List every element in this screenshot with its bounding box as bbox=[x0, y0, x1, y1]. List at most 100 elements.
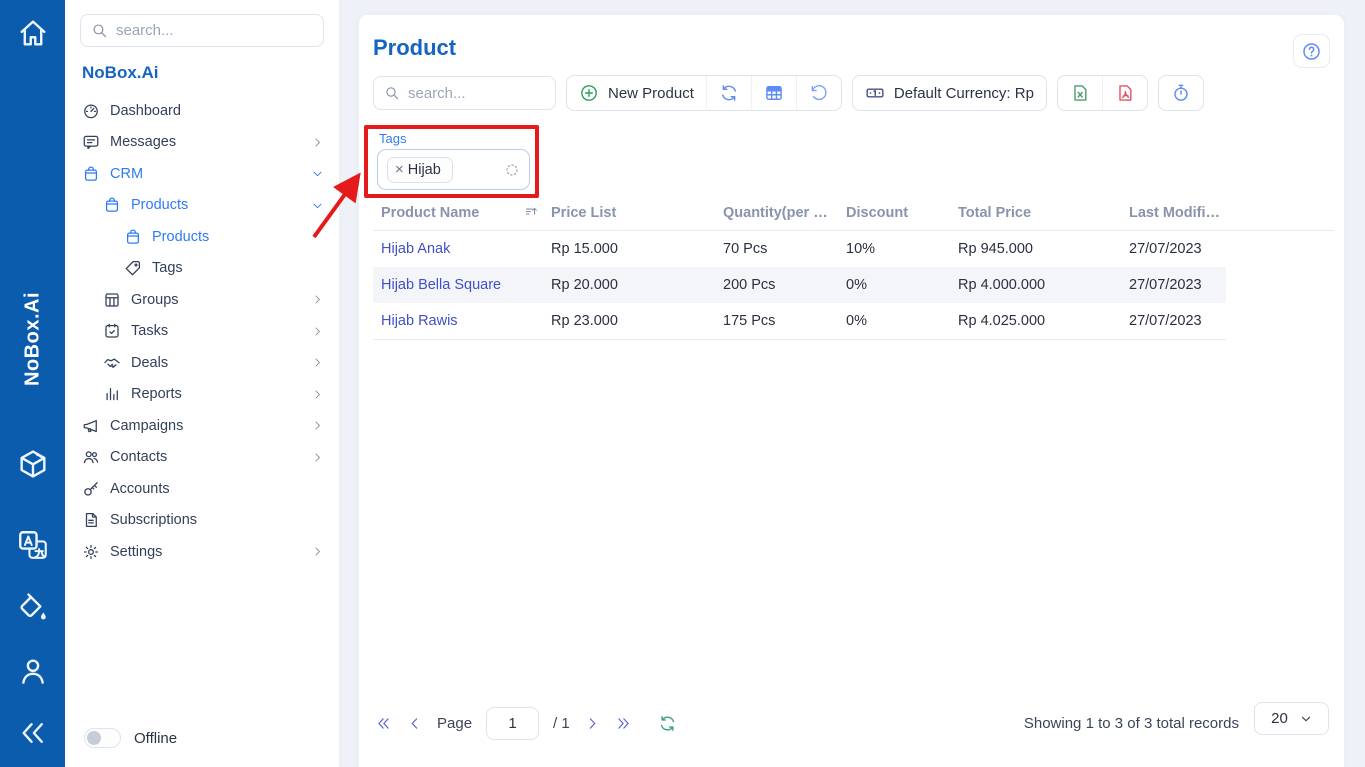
sidebar-search[interactable] bbox=[80, 14, 324, 47]
sidebar-item-label: Subscriptions bbox=[110, 512, 197, 528]
page-number-input[interactable] bbox=[486, 707, 539, 740]
sidebar-item-label: Messages bbox=[110, 134, 176, 150]
chevron-right-icon[interactable] bbox=[311, 293, 324, 306]
chevron-right-icon[interactable] bbox=[311, 451, 324, 464]
help-button[interactable] bbox=[1293, 34, 1330, 68]
chevron-right-icon[interactable] bbox=[311, 545, 324, 558]
chevron-right-icon[interactable] bbox=[311, 136, 324, 149]
annotation-highlight-box: Tags × Hijab bbox=[364, 125, 539, 198]
offline-row: Offline bbox=[65, 709, 339, 767]
tags-filter-input[interactable]: × Hijab bbox=[377, 149, 530, 190]
column-label: Discount bbox=[846, 205, 908, 221]
sidebar-item-products[interactable]: Products bbox=[65, 221, 339, 253]
brand-cube-icon[interactable] bbox=[16, 447, 50, 481]
tag-chip[interactable]: × Hijab bbox=[387, 157, 453, 183]
sidebar-search-input[interactable] bbox=[116, 22, 313, 39]
undo-button[interactable] bbox=[796, 76, 841, 110]
next-page-icon[interactable] bbox=[584, 715, 601, 732]
translate-icon[interactable] bbox=[16, 528, 50, 562]
stopwatch-button[interactable] bbox=[1159, 76, 1203, 110]
sidebar-item-accounts[interactable]: Accounts bbox=[65, 473, 339, 505]
column-header-quantity-per-: Quantity(per … bbox=[723, 205, 846, 221]
tasks-icon bbox=[103, 322, 121, 340]
default-currency-button[interactable]: Default Currency: Rp bbox=[853, 76, 1046, 110]
sort-icon[interactable] bbox=[524, 205, 539, 221]
currency-group: Default Currency: Rp bbox=[852, 75, 1047, 111]
refresh-button[interactable] bbox=[706, 76, 751, 110]
timer-group bbox=[1158, 75, 1204, 111]
sidebar-item-campaigns[interactable]: Campaigns bbox=[65, 410, 339, 442]
sidebar-item-label: Contacts bbox=[110, 449, 167, 465]
product-link[interactable]: Hijab Rawis bbox=[381, 313, 551, 329]
plus-circle-icon bbox=[579, 83, 599, 103]
chevron-right-icon[interactable] bbox=[311, 325, 324, 338]
table-row[interactable]: Hijab AnakRp 15.00070 Pcs10%Rp 945.00027… bbox=[373, 231, 1226, 267]
sidebar-item-reports[interactable]: Reports bbox=[65, 379, 339, 411]
first-page-icon[interactable] bbox=[375, 715, 392, 732]
sidebar-item-groups[interactable]: Groups bbox=[65, 284, 339, 316]
product-link[interactable]: Hijab Bella Square bbox=[381, 277, 551, 293]
tag-icon bbox=[124, 259, 142, 277]
column-header-last-modifi-: Last Modifi… bbox=[1129, 205, 1226, 221]
reload-table-icon[interactable] bbox=[658, 714, 677, 733]
home-icon[interactable] bbox=[16, 16, 50, 50]
export-excel-button[interactable] bbox=[1058, 76, 1102, 110]
sidebar-item-tasks[interactable]: Tasks bbox=[65, 316, 339, 348]
table-row[interactable]: Hijab Bella SquareRp 20.000200 Pcs0%Rp 4… bbox=[373, 267, 1226, 303]
deals-icon bbox=[103, 354, 121, 372]
campaigns-icon bbox=[82, 417, 100, 435]
toolbar: New Product Default Currency: Rp bbox=[373, 75, 1204, 111]
profile-icon[interactable] bbox=[16, 654, 50, 688]
table-row[interactable]: Hijab RawisRp 23.000175 Pcs0%Rp 4.025.00… bbox=[373, 303, 1226, 339]
export-pdf-button[interactable] bbox=[1102, 76, 1147, 110]
chevron-right-icon[interactable] bbox=[311, 388, 324, 401]
table-body: Hijab AnakRp 15.00070 Pcs10%Rp 945.00027… bbox=[373, 231, 1226, 340]
tag-chip-label: Hijab bbox=[408, 162, 441, 178]
column-header-price-list: Price List bbox=[551, 205, 723, 221]
left-rail: NoBox.Ai bbox=[0, 0, 65, 767]
default-currency-label: Default Currency: Rp bbox=[894, 85, 1034, 102]
search-icon bbox=[91, 22, 108, 39]
table-cell: Rp 945.000 bbox=[958, 241, 1129, 257]
new-product-button[interactable]: New Product bbox=[567, 76, 706, 110]
chevron-down-icon[interactable] bbox=[311, 199, 324, 212]
page-title: Product bbox=[373, 35, 456, 61]
bag-icon bbox=[82, 165, 100, 183]
sidebar-item-deals[interactable]: Deals bbox=[65, 347, 339, 379]
product-link[interactable]: Hijab Anak bbox=[381, 241, 551, 257]
tags-filter-label: Tags bbox=[379, 131, 535, 146]
bag-icon bbox=[103, 196, 121, 214]
chevron-right-icon[interactable] bbox=[311, 356, 324, 369]
sidebar-item-label: Deals bbox=[131, 355, 168, 371]
sidebar-item-label: Dashboard bbox=[110, 103, 181, 119]
paint-theme-icon[interactable] bbox=[16, 591, 50, 625]
chevron-down-icon[interactable] bbox=[311, 167, 324, 180]
product-search[interactable] bbox=[373, 76, 556, 110]
sidebar-item-crm[interactable]: CRM bbox=[65, 158, 339, 190]
table-cell: Rp 20.000 bbox=[551, 277, 723, 293]
sidebar-item-subscriptions[interactable]: Subscriptions bbox=[65, 505, 339, 537]
remove-tag-icon[interactable]: × bbox=[395, 162, 404, 177]
sidebar-item-label: Campaigns bbox=[110, 418, 183, 434]
last-page-icon[interactable] bbox=[615, 715, 632, 732]
previous-page-icon[interactable] bbox=[406, 715, 423, 732]
column-label: Last Modifi… bbox=[1129, 205, 1220, 221]
sidebar-item-contacts[interactable]: Contacts bbox=[65, 442, 339, 474]
table-cell: 27/07/2023 bbox=[1129, 313, 1226, 329]
export-group bbox=[1057, 75, 1148, 111]
column-header-product-name[interactable]: Product Name bbox=[381, 205, 551, 221]
sidebar-item-tags[interactable]: Tags bbox=[65, 253, 339, 285]
sidebar-item-settings[interactable]: Settings bbox=[65, 536, 339, 568]
page-size-select[interactable]: 20 bbox=[1254, 702, 1329, 735]
bag-icon bbox=[124, 228, 142, 246]
product-search-input[interactable] bbox=[408, 85, 545, 102]
contacts-icon bbox=[82, 448, 100, 466]
table-view-button[interactable] bbox=[751, 76, 796, 110]
sidebar-item-dashboard[interactable]: Dashboard bbox=[65, 95, 339, 127]
sidebar-item-products[interactable]: Products bbox=[65, 190, 339, 222]
collapse-sidebar-icon[interactable] bbox=[16, 716, 50, 750]
chevron-right-icon[interactable] bbox=[311, 419, 324, 432]
product-page-card: Product New Product Default Currency: Rp bbox=[358, 14, 1345, 767]
offline-toggle[interactable] bbox=[84, 728, 121, 748]
sidebar-item-messages[interactable]: Messages bbox=[65, 127, 339, 159]
